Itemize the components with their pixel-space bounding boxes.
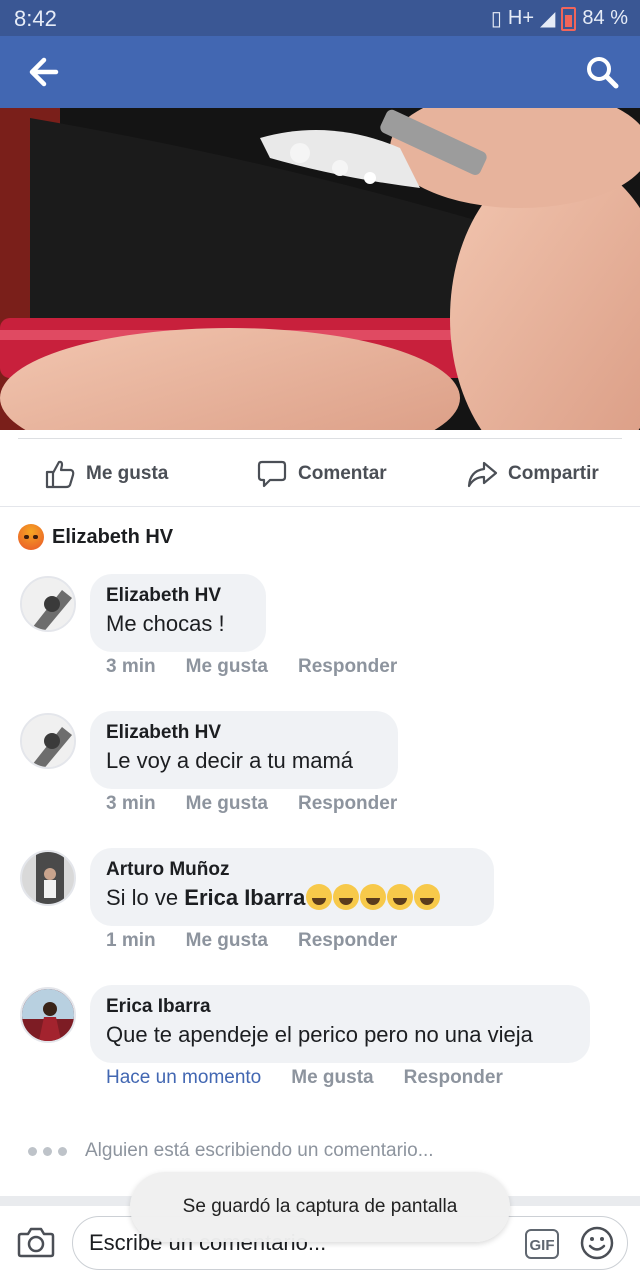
- comment-reply-link[interactable]: Responder: [298, 930, 397, 952]
- comment-time: 3 min: [106, 656, 156, 677]
- back-button[interactable]: [20, 54, 64, 90]
- reactor-name: Elizabeth HV: [52, 525, 174, 548]
- search-button[interactable]: [582, 52, 622, 92]
- arrow-left-icon: [29, 57, 59, 87]
- status-time: 8:42: [14, 6, 57, 31]
- typing-indicator: Alguien está escribiendo un comentario..…: [28, 1140, 434, 1162]
- avatar-photo: [22, 715, 74, 767]
- comment-like-link[interactable]: Me gusta: [186, 793, 268, 815]
- comment-reply-link[interactable]: Responder: [298, 656, 397, 678]
- emoji-button[interactable]: [579, 1225, 615, 1261]
- angry-reaction-icon: [18, 524, 44, 550]
- search-icon: [587, 57, 619, 89]
- photo-image: [0, 108, 640, 430]
- comment-meta: 3 min Me gusta Responder: [106, 793, 427, 815]
- thumbs-up-icon: [45, 460, 75, 489]
- reaction-summary[interactable]: Elizabeth HV: [18, 524, 173, 550]
- comment-reply-link[interactable]: Responder: [298, 793, 397, 815]
- avatar[interactable]: [20, 850, 76, 906]
- tears-of-joy-emoji-icon: [414, 884, 441, 910]
- comment-like-link[interactable]: Me gusta: [291, 1067, 373, 1089]
- comment-text: Si lo ve Erica Ibarra: [106, 882, 478, 914]
- comment-meta: 1 min Me gusta Responder: [106, 930, 427, 952]
- battery-percent: 84 %: [582, 7, 628, 29]
- comment-bubble-icon: [257, 460, 287, 488]
- comment-bubble[interactable]: Elizabeth HV Le voy a decir a tu mamá: [90, 711, 398, 789]
- camera-button[interactable]: [16, 1222, 56, 1262]
- battery-icon: [561, 6, 577, 31]
- comment-text-prefix: Si lo ve: [106, 885, 185, 910]
- gif-button[interactable]: GIF: [525, 1229, 559, 1259]
- status-icons: ▯ H+ ◢ 84 %: [491, 6, 628, 31]
- avatar-photo: [22, 578, 74, 630]
- tears-of-joy-emoji-icon: [387, 884, 414, 910]
- mention-link[interactable]: Erica Ibarra: [184, 885, 305, 910]
- avatar-photo: [22, 852, 74, 904]
- camera-icon: [17, 1227, 55, 1258]
- network-type: H+: [507, 7, 535, 29]
- comment-like-link[interactable]: Me gusta: [186, 656, 268, 678]
- tongue-out-emoji-icon: [306, 884, 333, 910]
- smiley-face-icon: [580, 1226, 614, 1260]
- comment-bubble[interactable]: Arturo Muñoz Si lo ve Erica Ibarra: [90, 848, 494, 926]
- app-header: [0, 36, 640, 108]
- comment-time: 3 min: [106, 793, 156, 814]
- comment-author[interactable]: Elizabeth HV: [106, 721, 382, 745]
- comment-time: 1 min: [106, 930, 156, 951]
- comment-text: Que te apendeje el perico pero no una vi…: [106, 1022, 533, 1047]
- comment-like-link[interactable]: Me gusta: [186, 930, 268, 952]
- comment-author[interactable]: Elizabeth HV: [106, 584, 250, 608]
- comment-label: Comentar: [298, 463, 387, 484]
- screenshot-saved-toast: Se guardó la captura de pantalla: [130, 1172, 510, 1242]
- comment-author[interactable]: Erica Ibarra: [106, 995, 574, 1019]
- comment-author[interactable]: Arturo Muñoz: [106, 858, 478, 882]
- like-label: Me gusta: [86, 463, 169, 484]
- typing-dots-icon: [28, 1146, 67, 1156]
- comment-text: Me chocas !: [106, 611, 225, 636]
- actions-divider: [0, 506, 640, 507]
- comment-meta: 3 min Me gusta Responder: [106, 656, 427, 678]
- share-arrow-icon: [467, 461, 498, 488]
- comment-button[interactable]: Comentar: [256, 458, 387, 490]
- typing-text: Alguien está escribiendo un comentario..…: [85, 1140, 434, 1161]
- share-button[interactable]: Compartir: [466, 458, 599, 490]
- comment-bubble[interactable]: Elizabeth HV Me chocas !: [90, 574, 266, 652]
- share-label: Compartir: [508, 463, 599, 484]
- post-actions: Me gusta Comentar Compartir: [0, 446, 640, 504]
- comment-reply-link[interactable]: Responder: [404, 1067, 503, 1089]
- photo-divider: [18, 438, 622, 439]
- avatar[interactable]: [20, 576, 76, 632]
- avatar[interactable]: [20, 713, 76, 769]
- comment-bubble[interactable]: Erica Ibarra Que te apendeje el perico p…: [90, 985, 590, 1063]
- avatar[interactable]: [20, 987, 76, 1043]
- comment-text: Le voy a decir a tu mamá: [106, 748, 354, 773]
- like-button[interactable]: Me gusta: [44, 458, 168, 490]
- tears-of-joy-emoji-icon: [333, 884, 360, 910]
- comment-time: Hace un momento: [106, 1067, 262, 1088]
- tears-of-joy-emoji-icon: [360, 884, 387, 910]
- vibrate-icon: ▯: [490, 8, 502, 30]
- status-bar: 8:42 ▯ H+ ◢ 84 %: [0, 0, 640, 36]
- post-photo[interactable]: [0, 108, 640, 430]
- signal-icon: ◢: [540, 8, 556, 30]
- avatar-photo: [22, 989, 74, 1041]
- comment-meta: Hace un momento Me gusta Responder: [106, 1067, 533, 1089]
